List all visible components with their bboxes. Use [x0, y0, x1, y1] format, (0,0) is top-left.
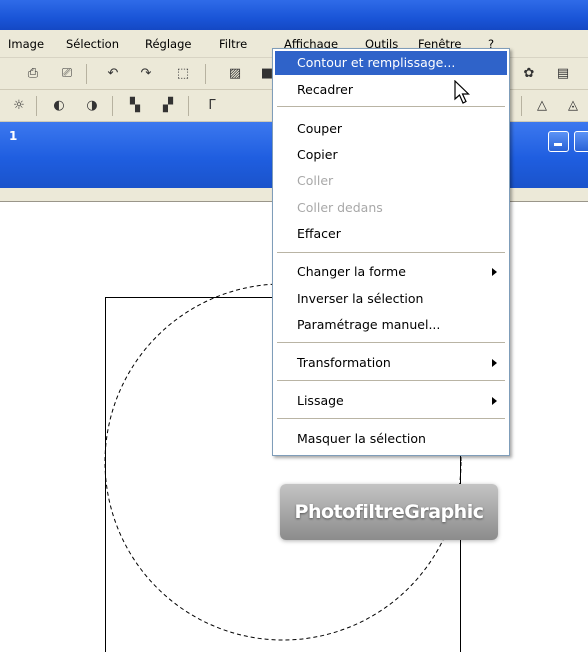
- menu-separator: [277, 380, 505, 381]
- print-icon[interactable]: ⎙: [24, 64, 42, 82]
- document-number: 1: [9, 129, 18, 143]
- menu-item-label: Transformation: [297, 355, 391, 370]
- minimize-icon[interactable]: [548, 131, 569, 152]
- contrast-plus-icon[interactable]: ◑: [83, 96, 101, 114]
- menu-item-parametrage-manuel[interactable]: Paramétrage manuel...: [275, 313, 507, 337]
- toolbar-separator: [86, 64, 87, 84]
- mouse-pointer-icon: [454, 80, 470, 104]
- menu-item-coller: Coller: [297, 173, 334, 188]
- menu-item-transformation[interactable]: Transformation: [275, 351, 507, 375]
- toolbar-separator: [112, 96, 113, 116]
- menu-selection[interactable]: Sélection: [66, 37, 119, 51]
- print-preview-icon[interactable]: ⎚: [58, 64, 76, 82]
- menu-item-contour-remplissage[interactable]: Contour et remplissage...: [275, 51, 507, 75]
- selection-dropdown-menu: Contour et remplissage... Recadrer Coupe…: [272, 48, 510, 456]
- menu-item-couper[interactable]: Couper: [275, 117, 507, 141]
- submenu-arrow-icon: [492, 359, 497, 367]
- redo-icon[interactable]: ↷: [137, 64, 155, 82]
- menu-separator: [277, 252, 505, 253]
- toolbar-separator: [36, 96, 37, 116]
- menu-item-copier[interactable]: Copier: [275, 143, 507, 167]
- sharpen-icon[interactable]: △: [533, 96, 551, 114]
- gamma-icon[interactable]: Γ: [203, 96, 221, 114]
- contrast-minus-icon[interactable]: ◐: [50, 96, 68, 114]
- saturation-plus-icon[interactable]: ▞: [159, 96, 177, 114]
- menu-filtre[interactable]: Filtre: [219, 37, 247, 51]
- menu-item-inverser-selection[interactable]: Inverser la sélection: [275, 287, 507, 311]
- fill-icon[interactable]: ▨: [226, 64, 244, 82]
- window-icon[interactable]: ▤: [554, 64, 572, 82]
- toolbar-separator: [521, 96, 522, 116]
- menu-item-lissage[interactable]: Lissage: [275, 389, 507, 413]
- saturation-minus-icon[interactable]: ▚: [126, 96, 144, 114]
- plugin-icon[interactable]: ✿: [520, 64, 538, 82]
- menu-separator: [277, 106, 505, 107]
- menu-image[interactable]: Image: [8, 37, 44, 51]
- menu-separator: [277, 418, 505, 419]
- menu-item-label: Lissage: [297, 393, 344, 408]
- menu-item-effacer[interactable]: Effacer: [275, 222, 507, 246]
- brightness-icon[interactable]: ☼: [10, 96, 28, 114]
- undo-icon[interactable]: ↶: [104, 64, 122, 82]
- app-title-bar: [0, 0, 588, 30]
- submenu-arrow-icon: [492, 268, 497, 276]
- sharpen-more-icon[interactable]: ◬: [564, 96, 582, 114]
- menu-item-label: Changer la forme: [297, 264, 406, 279]
- submenu-arrow-icon: [492, 397, 497, 405]
- toolbar-separator: [188, 96, 189, 116]
- maximize-icon[interactable]: [574, 131, 588, 152]
- menu-reglage[interactable]: Réglage: [145, 37, 191, 51]
- watermark-logo: PhotofiltreGraphic: [280, 484, 498, 540]
- crop-selection-icon[interactable]: ⬚: [174, 64, 192, 82]
- menu-item-masquer-selection[interactable]: Masquer la sélection: [275, 427, 507, 451]
- menu-item-changer-forme[interactable]: Changer la forme: [275, 260, 507, 284]
- menu-separator: [277, 342, 505, 343]
- toolbar-separator: [205, 64, 206, 84]
- menu-item-coller-dedans: Coller dedans: [297, 200, 383, 215]
